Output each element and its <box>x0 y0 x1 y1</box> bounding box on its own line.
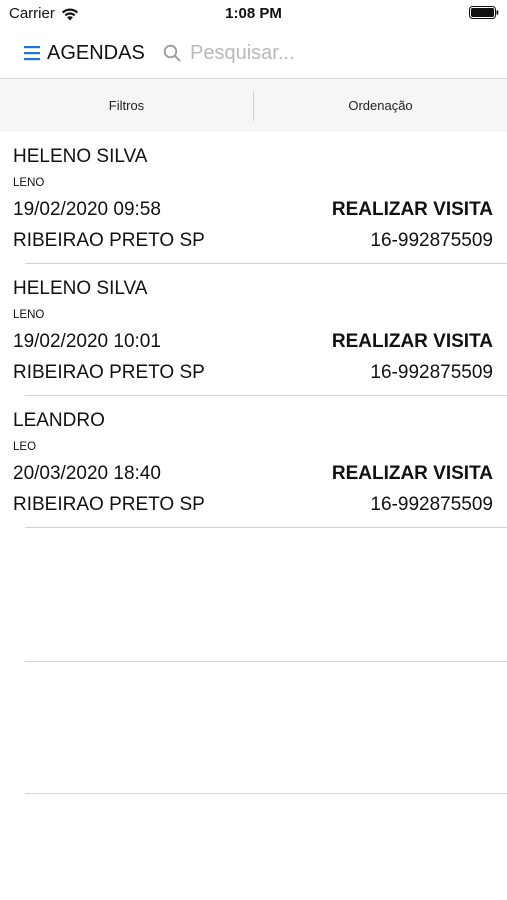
client-city: RIBEIRAO PRETO SP <box>13 230 205 251</box>
visit-action[interactable]: REALIZAR VISITA <box>332 331 493 353</box>
empty-row-separator <box>25 661 507 662</box>
appointment-row[interactable]: HELENO SILVA LENO 19/02/2020 09:58 REALI… <box>0 132 507 264</box>
menu-button[interactable]: AGENDAS <box>24 38 145 68</box>
client-city: RIBEIRAO PRETO SP <box>13 494 205 515</box>
client-nickname: LENO <box>13 309 45 321</box>
search-bar[interactable] <box>163 38 493 68</box>
visit-action[interactable]: REALIZAR VISITA <box>332 463 493 485</box>
filters-button[interactable]: Filtros <box>0 79 253 132</box>
appointment-datetime: 19/02/2020 09:58 <box>13 199 161 220</box>
battery-icon <box>469 6 499 19</box>
filter-bar: Filtros Ordenação <box>0 79 507 132</box>
appointment-datetime: 20/03/2020 18:40 <box>13 463 161 484</box>
appointment-row[interactable]: LEANDRO LEO 20/03/2020 18:40 REALIZAR VI… <box>0 396 507 528</box>
sort-button[interactable]: Ordenação <box>254 79 507 132</box>
clock: 1:08 PM <box>225 5 282 22</box>
client-phone: 16-992875509 <box>370 494 493 515</box>
appointment-list: HELENO SILVA LENO 19/02/2020 09:58 REALI… <box>0 132 507 528</box>
client-phone: 16-992875509 <box>370 230 493 251</box>
client-name: HELENO SILVA <box>13 146 148 167</box>
appointment-row[interactable]: HELENO SILVA LENO 19/02/2020 10:01 REALI… <box>0 264 507 396</box>
appointment-datetime: 19/02/2020 10:01 <box>13 331 161 352</box>
search-input[interactable] <box>190 41 480 65</box>
search-icon <box>163 44 181 62</box>
client-nickname: LENO <box>13 177 45 189</box>
row-separator <box>25 527 507 528</box>
client-city: RIBEIRAO PRETO SP <box>13 362 205 383</box>
client-phone: 16-992875509 <box>370 362 493 383</box>
status-bar: Carrier 1:08 PM <box>0 0 507 28</box>
nav-bar: AGENDAS <box>0 28 507 79</box>
client-name: HELENO SILVA <box>13 278 148 299</box>
empty-row-separator <box>25 793 507 794</box>
hamburger-menu-icon <box>24 46 40 61</box>
visit-action[interactable]: REALIZAR VISITA <box>332 199 493 221</box>
client-name: LEANDRO <box>13 410 105 431</box>
client-nickname: LEO <box>13 441 37 453</box>
page-title: AGENDAS <box>47 41 145 64</box>
